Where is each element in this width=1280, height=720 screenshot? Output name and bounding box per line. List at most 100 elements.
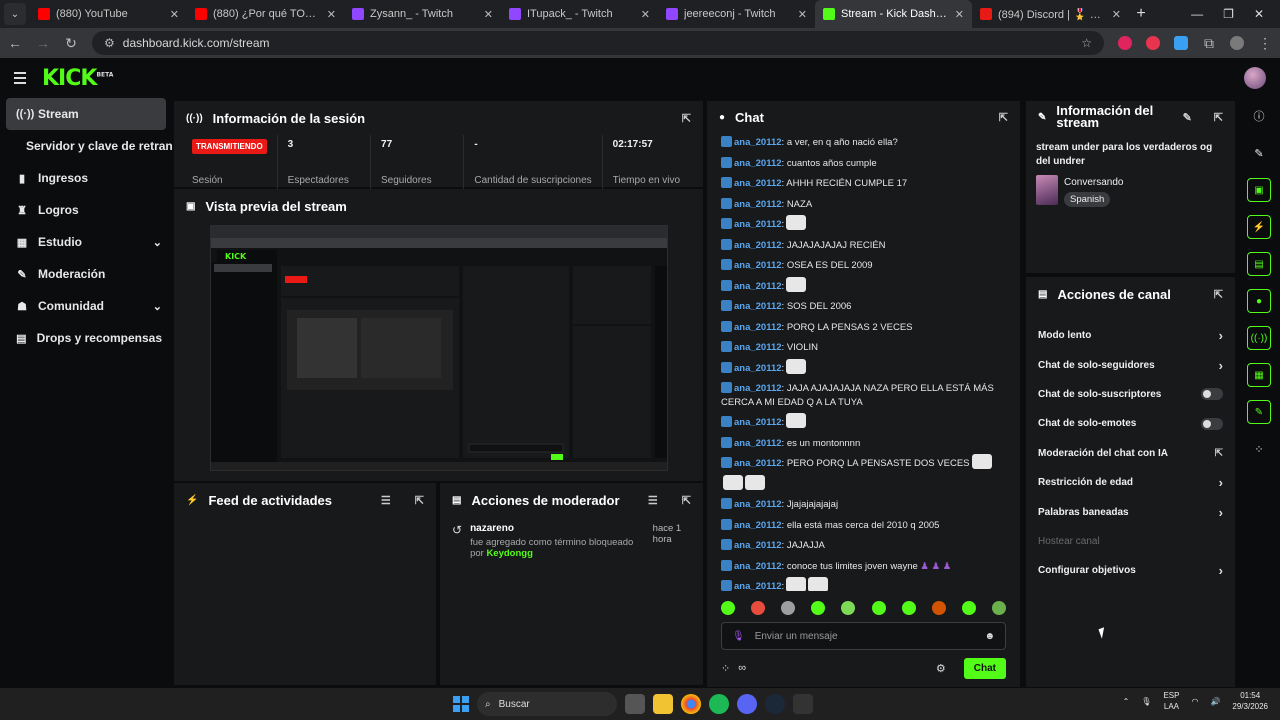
popout-icon[interactable]: ⇱ xyxy=(682,112,691,125)
close-tab-icon[interactable]: ✕ xyxy=(1112,8,1121,21)
mod-entry-by[interactable]: Keydongg xyxy=(486,548,532,559)
emote-icon[interactable] xyxy=(871,601,886,615)
browser-tab[interactable]: ITupack_ - Twitch ✕ xyxy=(501,0,658,28)
chat-username[interactable]: ana_20112 xyxy=(734,383,782,394)
send-chat-button[interactable]: Chat xyxy=(963,657,1006,679)
minimize-icon[interactable]: — xyxy=(1191,7,1203,21)
chat-username[interactable]: ana_20112 xyxy=(734,219,782,230)
microphone-icon[interactable]: 🎙 xyxy=(732,631,745,642)
chat-username[interactable]: ana_20112 xyxy=(734,281,782,292)
browser-menu-icon[interactable]: ⋮ xyxy=(1258,35,1272,52)
back-icon[interactable]: ← xyxy=(8,35,22,51)
bookmark-star-icon[interactable]: ☆ xyxy=(1081,36,1092,50)
channel-action-item[interactable]: Chat de solo-emotes xyxy=(1026,409,1235,438)
external-link-icon[interactable]: ⇱ xyxy=(1215,448,1223,459)
chat-username[interactable]: ana_20112 xyxy=(734,178,782,189)
chat-username[interactable]: ana_20112 xyxy=(734,561,782,572)
mod-entry-user[interactable]: nazareno xyxy=(470,523,645,534)
channel-action-item[interactable]: Chat de solo-seguidores › xyxy=(1026,350,1235,379)
chat-username[interactable]: ana_20112 xyxy=(734,260,782,271)
profile-avatar-icon[interactable] xyxy=(1230,36,1244,50)
mic-tray-icon[interactable]: 🎙 xyxy=(1141,697,1151,706)
popout-icon[interactable]: ⇱ xyxy=(415,494,424,507)
language-indicator[interactable]: ESP LAA xyxy=(1163,690,1179,712)
edit-icon[interactable]: ✎ xyxy=(1247,141,1271,165)
chat-input[interactable]: 🎙 Enviar un mensaje ☻ xyxy=(721,622,1006,650)
volume-icon[interactable]: 🔊 xyxy=(1210,697,1220,706)
chat-username[interactable]: ana_20112 xyxy=(734,199,782,210)
chat-username[interactable]: ana_20112 xyxy=(734,458,782,469)
channel-action-item[interactable]: Palabras baneadas › xyxy=(1026,497,1235,526)
browser-tab[interactable]: (880) YouTube ✕ xyxy=(30,0,187,28)
wifi-icon[interactable]: ◠ xyxy=(1191,697,1198,706)
close-tab-icon[interactable]: ✕ xyxy=(798,8,807,21)
hamburger-menu-icon[interactable] xyxy=(14,72,26,84)
channel-action-item[interactable]: Chat de solo-suscriptores xyxy=(1026,380,1235,409)
chat-username[interactable]: ana_20112 xyxy=(734,520,782,531)
reload-icon[interactable]: ↻ xyxy=(64,35,78,52)
user-avatar[interactable] xyxy=(1244,67,1266,89)
browser-tab[interactable]: (880) ¿Por qué TODOS los ARTI ✕ xyxy=(187,0,344,28)
emote-icon[interactable] xyxy=(931,601,946,615)
close-tab-icon[interactable]: ✕ xyxy=(327,8,336,21)
sidebar-item-stream[interactable]: ((·)) Stream xyxy=(6,98,166,130)
users-icon[interactable]: ⁘ xyxy=(721,662,730,675)
sidebar-item-stream-key[interactable]: Servidor y clave de retransmisión xyxy=(0,130,172,162)
filter-icon[interactable]: ☰ xyxy=(381,494,391,507)
settings-gear-icon[interactable]: ⚙ xyxy=(936,662,946,675)
chat-username[interactable]: ana_20112 xyxy=(734,158,782,169)
channel-action-item[interactable]: Moderación del chat con IA ⇱ xyxy=(1026,439,1235,468)
channel-action-item[interactable]: Modo lento › xyxy=(1026,321,1235,350)
edit-pencil-icon[interactable]: ✎ xyxy=(1183,111,1192,124)
epic-games-icon[interactable] xyxy=(793,694,813,714)
sidebar-item-ingresos[interactable]: ▮ Ingresos xyxy=(0,162,172,194)
chat-username[interactable]: ana_20112 xyxy=(734,342,782,353)
channel-action-item[interactable]: Configurar objetivos › xyxy=(1026,556,1235,585)
emote-icon[interactable] xyxy=(961,601,976,615)
sidebar-item-estudio[interactable]: ▦ Estudio ⌄ xyxy=(0,226,172,258)
chrome-icon[interactable] xyxy=(681,694,701,714)
emote-icon[interactable] xyxy=(751,601,766,615)
toggle-switch[interactable] xyxy=(1201,417,1223,430)
chevron-up-icon[interactable]: ⌃ xyxy=(1123,697,1130,706)
site-info-icon[interactable]: ⚙ xyxy=(104,36,115,50)
chat-username[interactable]: ana_20112 xyxy=(734,581,782,591)
clock[interactable]: 01:54 29/3/2026 xyxy=(1232,690,1268,712)
windows-start-icon[interactable] xyxy=(453,696,469,712)
rail-users-icon[interactable]: ⁘ xyxy=(1247,437,1271,461)
emote-icon[interactable] xyxy=(811,601,826,615)
filter-icon[interactable]: ☰ xyxy=(648,494,658,507)
info-icon[interactable]: ⓘ xyxy=(1247,104,1271,128)
browser-tab[interactable]: jeereeconj - Twitch ✕ xyxy=(658,0,815,28)
kick-logo[interactable]: KICKBETA xyxy=(42,66,113,91)
popout-icon[interactable]: ⇱ xyxy=(682,494,691,507)
emoji-picker-icon[interactable]: ☻ xyxy=(984,631,995,642)
popout-icon[interactable]: ⇱ xyxy=(1214,288,1223,301)
browser-tab[interactable]: Stream - Kick Dashboard ✕ xyxy=(815,0,972,28)
spotify-icon[interactable] xyxy=(709,694,729,714)
close-window-icon[interactable]: ✕ xyxy=(1254,7,1264,21)
stream-preview-video[interactable]: KICK xyxy=(210,225,668,471)
sidebar-item-drops[interactable]: ▤ Drops y recompensas xyxy=(0,322,172,354)
chat-username[interactable]: ana_20112 xyxy=(734,363,782,374)
rail-chat-icon[interactable]: ● xyxy=(1247,289,1271,313)
sidebar-item-comunidad[interactable]: ☗ Comunidad ⌄ xyxy=(0,290,172,322)
browser-tab[interactable]: (894) Discord | 🎖️ 😳 |ESPERA 1 ✕ xyxy=(972,0,1129,28)
chat-username[interactable]: ana_20112 xyxy=(734,137,782,148)
tab-search-icon[interactable]: ⌄ xyxy=(4,3,26,25)
toggle-switch[interactable] xyxy=(1201,388,1223,401)
browser-tab[interactable]: Zysann_ - Twitch ✕ xyxy=(344,0,501,28)
extension-pink-icon[interactable] xyxy=(1146,36,1160,50)
file-explorer-icon[interactable] xyxy=(653,694,673,714)
extension-blue-icon[interactable] xyxy=(1174,36,1188,50)
emote-icon[interactable] xyxy=(841,601,856,615)
task-view-icon[interactable] xyxy=(625,694,645,714)
infinity-icon[interactable]: ∞ xyxy=(738,662,746,674)
close-tab-icon[interactable]: ✕ xyxy=(484,8,493,21)
sidebar-item-logros[interactable]: ♜ Logros xyxy=(0,194,172,226)
extension-red-icon[interactable] xyxy=(1118,36,1132,50)
chat-messages[interactable]: ana_20112: a ver, en q año nació ella? an… xyxy=(707,133,1012,591)
emote-icon[interactable] xyxy=(781,601,796,615)
rail-broadcast-icon[interactable]: ((·)) xyxy=(1247,326,1271,350)
forward-icon[interactable]: → xyxy=(36,35,50,51)
